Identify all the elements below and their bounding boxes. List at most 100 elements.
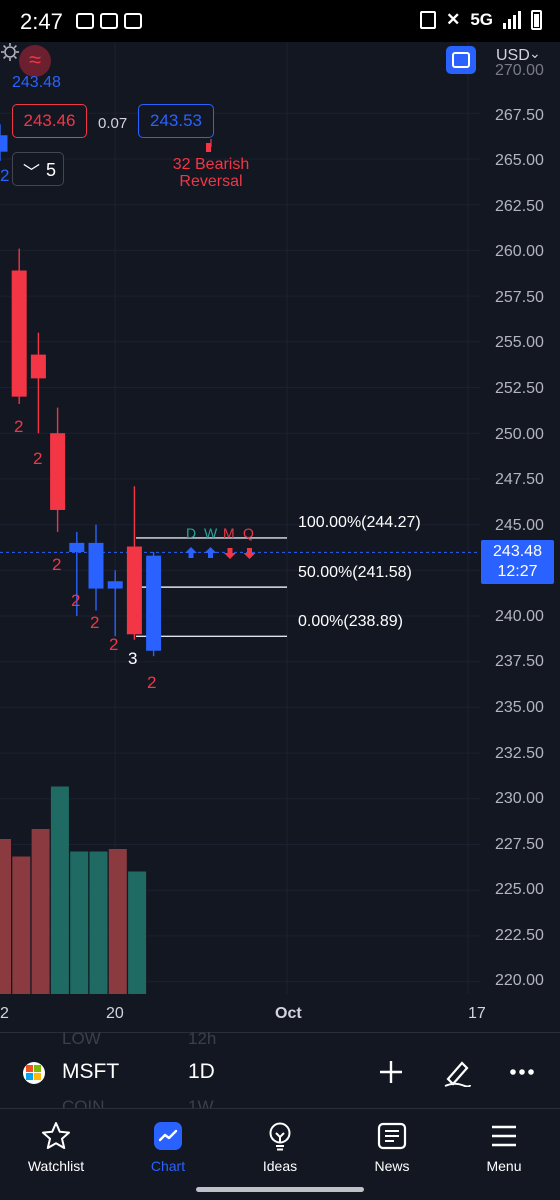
signal-arrow xyxy=(224,548,236,559)
time-label: 17 xyxy=(468,1005,486,1022)
fullscreen-icon xyxy=(452,52,470,68)
nav-chart[interactable]: Chart xyxy=(112,1109,224,1189)
count-label: 2 xyxy=(90,613,100,632)
bearish-reversal-label: 32 Bearish Reversal xyxy=(172,156,250,190)
price-label: 250.00 xyxy=(495,426,544,443)
nav-label: Menu xyxy=(486,1158,522,1174)
volume-bar xyxy=(12,856,31,994)
price-label: 257.50 xyxy=(495,289,544,306)
price-label: 252.50 xyxy=(495,380,544,397)
nav-label: Watchlist xyxy=(27,1158,85,1174)
nav-menu[interactable]: Menu xyxy=(448,1109,560,1189)
notification-icons xyxy=(76,13,142,29)
current-price-value: 243.48 xyxy=(493,543,542,560)
price-label: 237.50 xyxy=(495,653,544,670)
status-bar: 2:47 ✕ 5G xyxy=(0,0,560,42)
volume-bar xyxy=(0,839,11,994)
candle-body xyxy=(11,270,27,397)
time-label: 2 xyxy=(0,1005,9,1022)
chart-settings-icon[interactable] xyxy=(0,42,20,62)
nav-label: Ideas xyxy=(262,1158,298,1174)
signal-quarterly: Q xyxy=(243,525,254,541)
price-label: 232.50 xyxy=(495,745,544,762)
drawing-tools-icon[interactable] xyxy=(440,1057,474,1087)
menu-icon xyxy=(492,1125,516,1147)
chart-area[interactable]: ≈ 243.48 243.46 0.07 243.53 ﹀ 5 USD ⌄ 32… xyxy=(0,42,560,1032)
sell-price-button[interactable]: 243.46 xyxy=(12,104,87,138)
symbol-toolbar: LOW 12h MSFT 1D COIN 1W xyxy=(0,1029,560,1116)
time-label: 20 xyxy=(106,1005,124,1022)
price-label: 255.00 xyxy=(495,334,544,351)
count-label: 2 xyxy=(147,673,157,692)
price-label-cut: 270.00 xyxy=(495,62,544,79)
candle-body xyxy=(88,542,104,589)
notification-icon xyxy=(100,13,118,29)
count-label: 2 xyxy=(33,449,43,468)
nav-news[interactable]: News xyxy=(336,1109,448,1189)
mute-icon: ✕ xyxy=(446,10,461,29)
signal-arrow xyxy=(204,547,217,558)
quantity-selector[interactable]: ﹀ 5 xyxy=(12,152,64,186)
nav-label: News xyxy=(374,1158,410,1174)
price-label: 265.00 xyxy=(495,152,544,169)
chart-icon xyxy=(154,1122,182,1150)
buy-price-button[interactable]: 243.53 xyxy=(138,104,214,138)
reversal-marker xyxy=(206,143,211,152)
time-label: Oct xyxy=(275,1005,302,1022)
indicator-logo-icon[interactable]: ≈ xyxy=(19,45,51,77)
ghost-text: LOW xyxy=(62,1029,101,1048)
volume-bar xyxy=(31,829,50,994)
candle-body xyxy=(126,546,142,635)
price-label: 247.50 xyxy=(495,471,544,488)
price-label: 267.50 xyxy=(495,107,544,124)
volume-bar xyxy=(50,786,69,994)
price-label: 225.00 xyxy=(495,881,544,898)
nav-ideas[interactable]: Ideas xyxy=(224,1109,336,1189)
symbol-name[interactable]: MSFT xyxy=(62,1060,119,1084)
count-label: 2 xyxy=(0,166,10,185)
add-icon[interactable] xyxy=(374,1057,408,1087)
count-label: 2 xyxy=(14,417,24,436)
price-label: 235.00 xyxy=(495,699,544,716)
price-label: 245.00 xyxy=(495,517,544,534)
chevron-down-icon: ﹀ xyxy=(23,163,40,182)
system-status: ✕ 5G xyxy=(420,10,542,30)
chart-canvas[interactable] xyxy=(0,42,560,1032)
count-label: 2 xyxy=(109,635,119,654)
home-indicator[interactable] xyxy=(196,1187,364,1192)
notification-icon xyxy=(76,13,94,29)
fib-level-100: 100.00%(244.27) xyxy=(298,514,421,531)
news-icon xyxy=(377,1122,407,1150)
nfc-icon xyxy=(420,11,437,29)
more-options-icon[interactable] xyxy=(505,1057,539,1087)
notification-icon xyxy=(124,13,142,29)
quantity-value: 5 xyxy=(46,160,57,180)
count-label: 3 xyxy=(128,649,138,668)
star-icon xyxy=(42,1122,70,1149)
last-price: 243.48 xyxy=(12,74,61,91)
signal-arrow xyxy=(243,548,256,559)
interval-selector[interactable]: 1D xyxy=(188,1060,215,1084)
fullscreen-button[interactable] xyxy=(446,46,476,74)
status-time: 2:47 xyxy=(20,9,63,34)
price-label: 227.50 xyxy=(495,836,544,853)
volume-bar xyxy=(128,871,147,994)
lightbulb-icon xyxy=(269,1122,291,1151)
volume-bar xyxy=(89,851,108,994)
volume-bar xyxy=(70,851,89,994)
signal-arrow xyxy=(185,547,197,558)
count-label: 2 xyxy=(52,555,62,574)
microsoft-logo-icon xyxy=(23,1062,45,1084)
count-label: 2 xyxy=(71,591,81,610)
candle-body xyxy=(50,433,66,510)
caret-down-icon: ⌄ xyxy=(529,45,541,61)
signal-weekly: W xyxy=(204,525,218,541)
signal-icon xyxy=(503,11,521,29)
candle-body xyxy=(69,542,85,553)
candle-body xyxy=(107,581,123,589)
ghost-text: 12h xyxy=(188,1029,217,1048)
fib-level-50: 50.00%(241.58) xyxy=(298,564,412,581)
volume-bar xyxy=(108,849,127,994)
nav-watchlist[interactable]: Watchlist xyxy=(0,1109,112,1189)
bar-countdown: 12:27 xyxy=(497,563,538,580)
